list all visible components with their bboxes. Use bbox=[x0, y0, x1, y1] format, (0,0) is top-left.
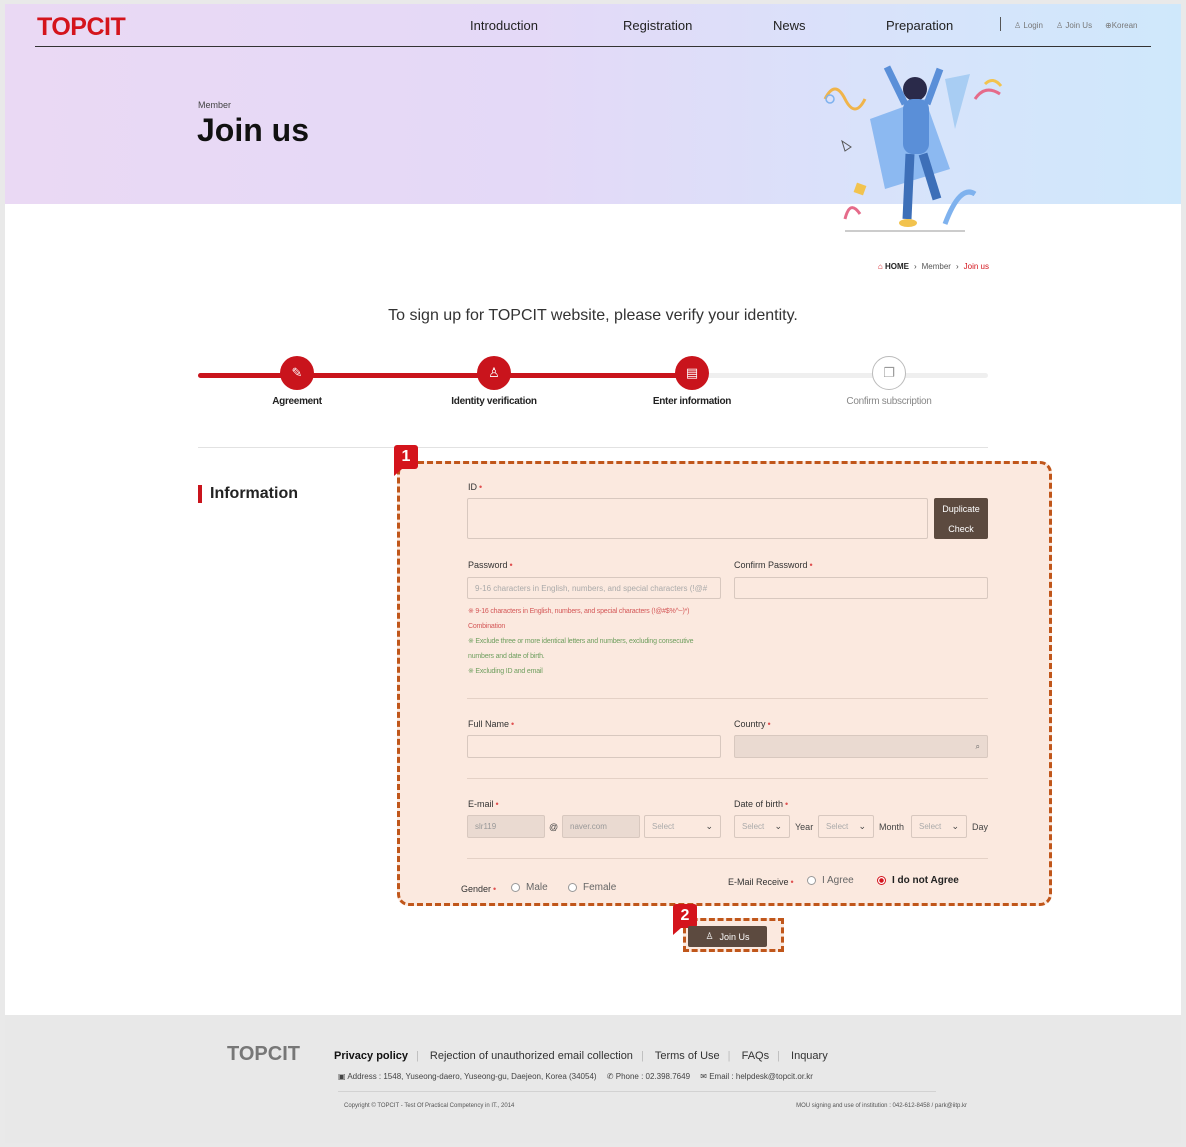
email-disagree-radio[interactable]: I do not Agree bbox=[877, 875, 959, 886]
document-icon: ▤ bbox=[675, 356, 709, 390]
section-label: Member bbox=[198, 100, 232, 110]
page-title: Join us bbox=[197, 112, 310, 148]
nav-preparation[interactable]: Preparation bbox=[886, 18, 953, 33]
chevron-right-icon: › bbox=[913, 262, 917, 271]
day-unit: Day bbox=[972, 822, 989, 832]
country-input[interactable]: ⌕ bbox=[734, 735, 988, 758]
gender-female-radio[interactable]: Female bbox=[568, 882, 616, 893]
footer-inquiry[interactable]: Inquary bbox=[791, 1050, 828, 1062]
login-link[interactable]: ♙ Login bbox=[1014, 21, 1043, 30]
email-label: E-mail • bbox=[468, 799, 499, 809]
full-name-label: Full Name • bbox=[468, 719, 515, 729]
footer-copyright: Copyright © TOPCIT - Test Of Practical C… bbox=[344, 1103, 515, 1109]
topcit-logo[interactable]: TOPCIT bbox=[37, 13, 126, 42]
confirm-password-input[interactable] bbox=[734, 577, 988, 599]
step-identity-verification: ♙ Identity verification bbox=[414, 356, 574, 407]
gender-label: Gender • bbox=[461, 884, 497, 894]
nav-news[interactable]: News bbox=[773, 18, 806, 33]
footer-faqs[interactable]: FAQs bbox=[742, 1050, 770, 1062]
step-agreement: ✎ Agreement bbox=[217, 356, 377, 407]
language-link[interactable]: ⊕Korean bbox=[1105, 21, 1138, 30]
chevron-down-icon: ⌄ bbox=[774, 821, 782, 831]
join-link[interactable]: ♙ Join Us bbox=[1056, 21, 1092, 30]
password-label: Password • bbox=[468, 560, 513, 570]
password-hint-1: ※ 9-16 characters in English, numbers, a… bbox=[468, 608, 690, 630]
footer-contact: ▣ Address : 1548, Yuseong-daero, Yuseong… bbox=[338, 1072, 813, 1081]
footer-email-rejection[interactable]: Rejection of unauthorized email collecti… bbox=[430, 1050, 633, 1062]
step-enter-information: ▤ Enter information bbox=[612, 356, 772, 407]
user-icon: ♙ bbox=[477, 356, 511, 390]
phone-icon: ✆ bbox=[606, 1072, 616, 1081]
password-input[interactable]: 9-16 characters in English, numbers, and… bbox=[467, 577, 721, 599]
user-plus-icon: ♙ bbox=[1056, 21, 1066, 30]
form-divider bbox=[467, 858, 988, 859]
search-icon[interactable]: ⌕ bbox=[976, 742, 980, 752]
breadcrumb-member[interactable]: Member bbox=[922, 262, 951, 271]
section-divider bbox=[198, 447, 988, 448]
chevron-down-icon: ⌄ bbox=[705, 821, 713, 831]
chevron-down-icon: ⌄ bbox=[858, 821, 866, 831]
user-icon: ♙ bbox=[705, 931, 714, 941]
email-user-input[interactable]: slr119 bbox=[467, 815, 545, 838]
breadcrumb-current: Join us bbox=[963, 262, 989, 271]
section-title: Information bbox=[198, 485, 298, 503]
footer-privacy-policy[interactable]: Privacy policy bbox=[334, 1050, 408, 1062]
full-name-input[interactable] bbox=[467, 735, 721, 758]
page: TOPCIT Introduction Registration News Pr… bbox=[5, 4, 1181, 1143]
confirm-password-label: Confirm Password • bbox=[734, 560, 813, 570]
user-icon: ♙ bbox=[1014, 21, 1024, 30]
date-of-birth-label: Date of birth • bbox=[734, 799, 789, 809]
util-divider bbox=[1000, 17, 1001, 31]
gender-male-radio[interactable]: Male bbox=[511, 882, 548, 893]
month-unit: Month bbox=[879, 822, 905, 832]
intro-text: To sign up for TOPCIT website, please ve… bbox=[388, 307, 798, 324]
email-domain-select[interactable]: Select ⌄ bbox=[644, 815, 721, 838]
nav-registration[interactable]: Registration bbox=[623, 18, 692, 33]
pencil-icon: ✎ bbox=[280, 356, 314, 390]
form-divider bbox=[467, 778, 988, 779]
building-icon: ▣ bbox=[338, 1072, 348, 1081]
annotation-badge-2: 2 bbox=[673, 904, 697, 935]
email-domain-input[interactable]: naver.com bbox=[562, 815, 640, 838]
chevron-down-icon: ⌄ bbox=[951, 821, 959, 831]
nav-introduction[interactable]: Introduction bbox=[470, 18, 538, 33]
month-select[interactable]: Select ⌄ bbox=[818, 815, 874, 838]
password-hint-2: ※ Exclude three or more identical letter… bbox=[468, 638, 694, 675]
breadcrumb-home[interactable]: HOME bbox=[885, 262, 909, 271]
duplicate-check-button[interactable]: Duplicate Check bbox=[934, 498, 988, 539]
mail-icon: ✉ bbox=[700, 1072, 710, 1081]
email-receive-label: E-Mail Receive • bbox=[728, 877, 794, 887]
join-us-button[interactable]: ♙ Join Us bbox=[688, 926, 767, 947]
footer-mou: MOU signing and use of institution : 042… bbox=[796, 1103, 967, 1109]
home-icon: ⌂ bbox=[877, 262, 885, 271]
footer: TOPCIT Privacy policy | Rejection of unau… bbox=[5, 1015, 1181, 1143]
id-label: ID • bbox=[468, 482, 483, 492]
clipboard-icon: ❐ bbox=[872, 356, 906, 390]
year-unit: Year bbox=[795, 822, 814, 832]
signup-steps: ✎ Agreement ♙ Identity verification ▤ En… bbox=[198, 356, 988, 416]
year-select[interactable]: Select ⌄ bbox=[734, 815, 790, 838]
footer-divider bbox=[338, 1091, 936, 1092]
country-label: Country • bbox=[734, 719, 771, 729]
email-agree-radio[interactable]: I Agree bbox=[807, 875, 854, 886]
globe-icon: ⊕ bbox=[1105, 21, 1112, 30]
day-select[interactable]: Select ⌄ bbox=[911, 815, 967, 838]
footer-links: Privacy policy | Rejection of unauthorize… bbox=[334, 1050, 828, 1062]
celebration-illustration bbox=[823, 65, 1003, 232]
id-input[interactable] bbox=[467, 498, 928, 539]
chevron-right-icon: › bbox=[955, 262, 959, 271]
form-divider bbox=[467, 698, 988, 699]
step-confirm-subscription: ❐ Confirm subscription bbox=[809, 356, 969, 407]
header-divider bbox=[35, 46, 1151, 47]
email-at-sign: @ bbox=[549, 822, 559, 832]
breadcrumb: ⌂ HOME › Member › Join us bbox=[878, 262, 989, 271]
footer-terms[interactable]: Terms of Use bbox=[655, 1050, 720, 1062]
annotation-badge-1: 1 bbox=[394, 445, 418, 476]
footer-logo: TOPCIT bbox=[227, 1043, 300, 1065]
